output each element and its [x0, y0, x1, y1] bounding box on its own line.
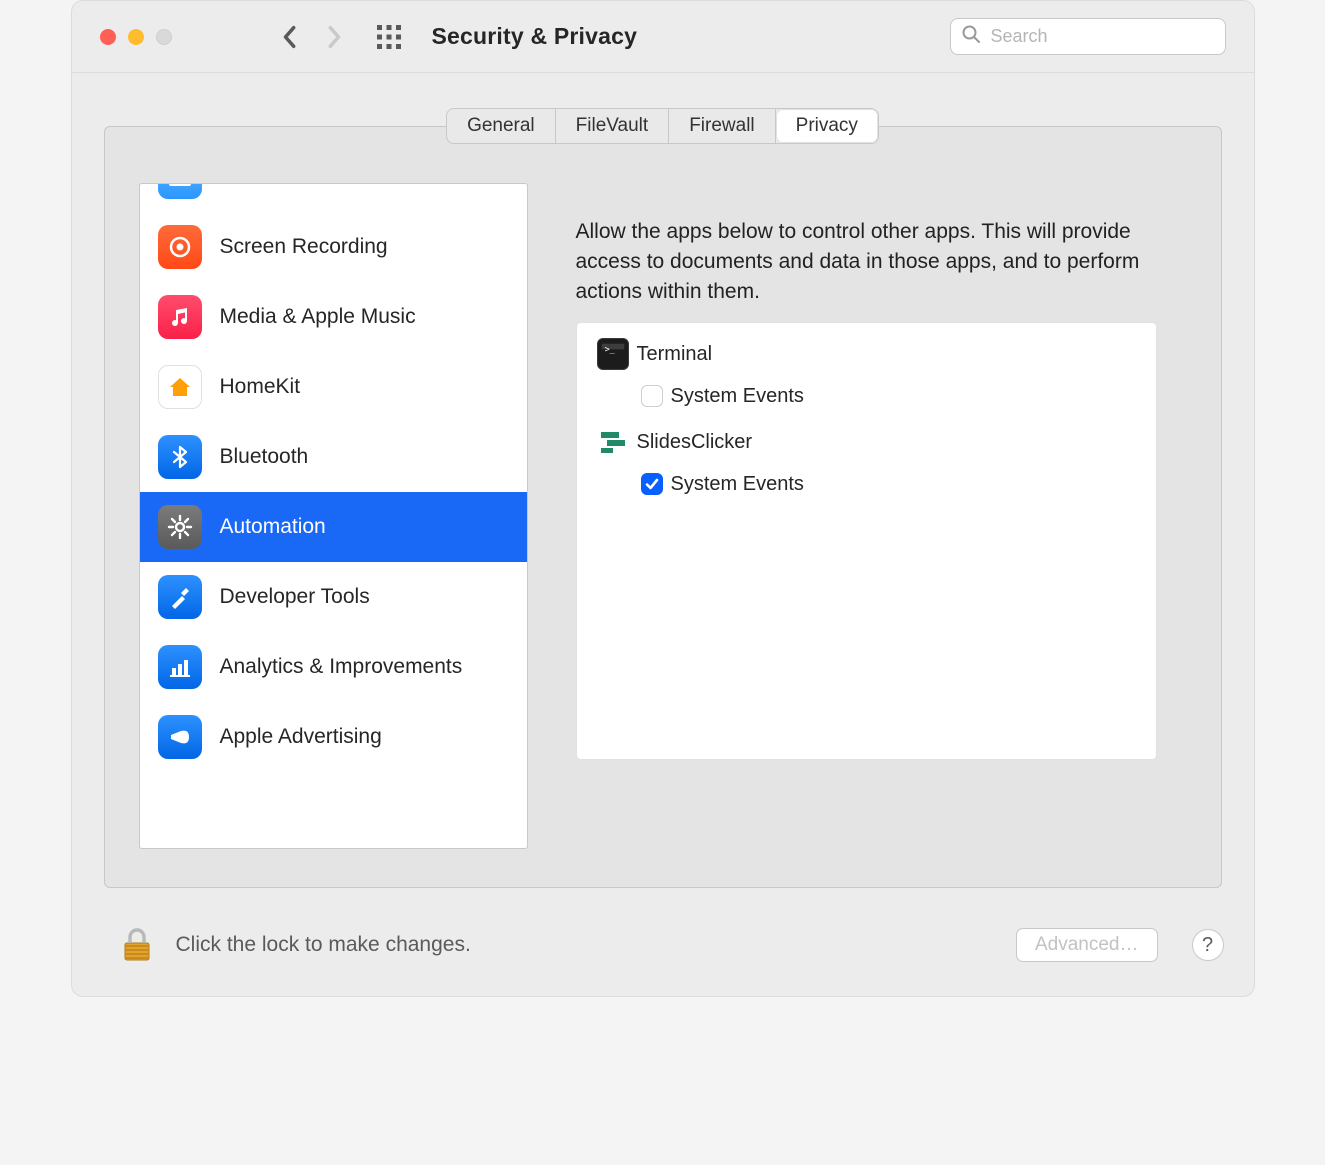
- bar-chart-icon: [158, 645, 202, 689]
- nav-buttons: [282, 25, 342, 49]
- sidebar-item-label: Bluetooth: [220, 445, 309, 469]
- sidebar-item-label: Screen Recording: [220, 235, 388, 259]
- advanced-button[interactable]: Advanced…: [1016, 928, 1158, 962]
- gear-icon: [158, 505, 202, 549]
- target-name-label: System Events: [671, 385, 804, 408]
- show-all-button[interactable]: [376, 24, 402, 50]
- checkbox[interactable]: [641, 473, 663, 495]
- automation-description: Allow the apps below to control other ap…: [542, 183, 1187, 322]
- tab-firewall[interactable]: Firewall: [669, 109, 775, 143]
- tab-privacy[interactable]: Privacy: [776, 109, 878, 143]
- target-row-terminal-system-events[interactable]: System Events: [597, 375, 1136, 417]
- sidebar-item-label: Media & Apple Music: [220, 305, 416, 329]
- automation-detail: Allow the apps below to control other ap…: [542, 183, 1187, 849]
- sidebar-item-label: HomeKit: [220, 375, 301, 399]
- minimize-window-button[interactable]: [128, 29, 144, 45]
- target-name-label: System Events: [671, 473, 804, 496]
- preferences-window: Security & Privacy General FileVault Fir…: [71, 0, 1255, 997]
- automation-app-list[interactable]: >_ Terminal System Events: [576, 322, 1157, 760]
- sidebar-item-label: Apple Advertising: [220, 725, 382, 749]
- footer: Click the lock to make changes. Advanced…: [72, 906, 1254, 996]
- sidebar-item-label: Files and Folders: [220, 183, 381, 189]
- window-title: Security & Privacy: [432, 23, 638, 50]
- app-name-label: SlidesClicker: [637, 431, 753, 454]
- bluetooth-icon: [158, 435, 202, 479]
- privacy-category-list[interactable]: Files and Folders Screen Recording Media…: [139, 183, 528, 849]
- slidesclicker-icon: [597, 426, 629, 458]
- sidebar-item-bluetooth[interactable]: Bluetooth: [140, 422, 527, 492]
- svg-text:>_: >_: [604, 345, 615, 355]
- sidebar-item-files-and-folders[interactable]: Files and Folders: [140, 183, 527, 212]
- sidebar-item-analytics[interactable]: Analytics & Improvements: [140, 632, 527, 702]
- traffic-lights: [100, 29, 172, 45]
- sidebar-item-apple-advertising[interactable]: Apple Advertising: [140, 702, 527, 772]
- sidebar-item-screen-recording[interactable]: Screen Recording: [140, 212, 527, 282]
- folder-icon: [158, 183, 202, 199]
- app-row-slidesclicker: SlidesClicker: [597, 421, 1136, 463]
- tab-filevault[interactable]: FileVault: [556, 109, 670, 143]
- checkbox[interactable]: [641, 385, 663, 407]
- content-panel: Files and Folders Screen Recording Media…: [104, 126, 1222, 888]
- sidebar-item-label: Analytics & Improvements: [220, 655, 463, 679]
- search-input[interactable]: [989, 25, 1225, 48]
- lock-button[interactable]: [116, 924, 158, 966]
- help-button[interactable]: ?: [1192, 929, 1224, 961]
- target-icon: [158, 225, 202, 269]
- lock-hint-label: Click the lock to make changes.: [176, 933, 471, 957]
- target-row-slidesclicker-system-events[interactable]: System Events: [597, 463, 1136, 505]
- tab-bar: General FileVault Firewall Privacy: [446, 108, 879, 144]
- toolbar: Security & Privacy: [72, 1, 1254, 73]
- app-name-label: Terminal: [637, 343, 713, 366]
- search-icon: [961, 24, 981, 49]
- back-button[interactable]: [282, 25, 296, 49]
- sidebar-item-developer-tools[interactable]: Developer Tools: [140, 562, 527, 632]
- sidebar-item-automation[interactable]: Automation: [140, 492, 527, 562]
- app-row-terminal: >_ Terminal: [597, 333, 1136, 375]
- sidebar-item-media-apple-music[interactable]: Media & Apple Music: [140, 282, 527, 352]
- megaphone-icon: [158, 715, 202, 759]
- forward-button: [328, 25, 342, 49]
- music-icon: [158, 295, 202, 339]
- sidebar-item-label: Automation: [220, 515, 326, 539]
- terminal-icon: >_: [597, 338, 629, 370]
- zoom-window-button: [156, 29, 172, 45]
- tab-general[interactable]: General: [447, 109, 556, 143]
- close-window-button[interactable]: [100, 29, 116, 45]
- home-icon: [158, 365, 202, 409]
- sidebar-item-label: Developer Tools: [220, 585, 370, 609]
- search-field[interactable]: [950, 18, 1226, 55]
- hammer-icon: [158, 575, 202, 619]
- sidebar-item-homekit[interactable]: HomeKit: [140, 352, 527, 422]
